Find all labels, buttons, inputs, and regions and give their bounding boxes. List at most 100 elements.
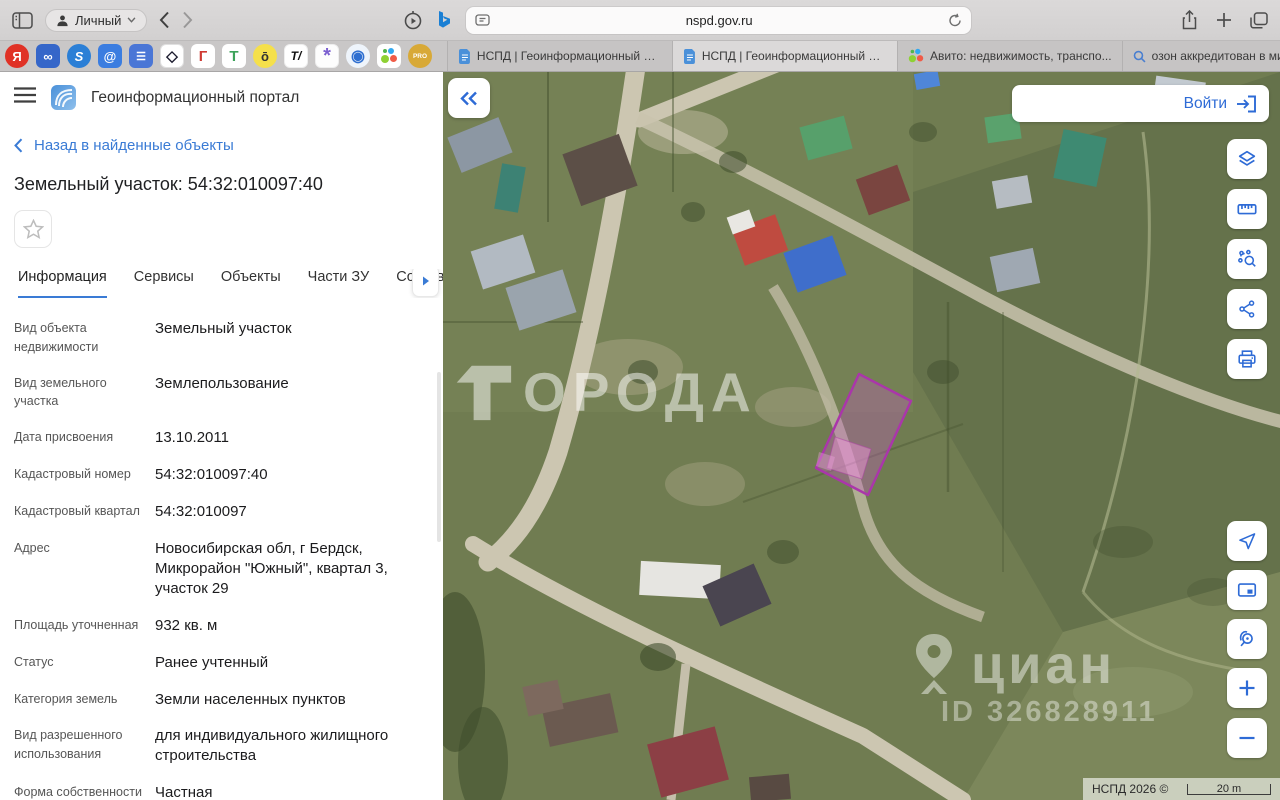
zoom-in-button[interactable] xyxy=(1227,668,1267,708)
extension-timer-icon[interactable] xyxy=(403,10,423,30)
browser-tab-search[interactable]: озон аккредитован в минцифра... xyxy=(1122,41,1280,71)
field-row: Кадастровый квартал54:32:010097 xyxy=(0,494,443,531)
chevron-right-icon xyxy=(422,276,430,286)
bookmark-docs-icon[interactable]: ☰ xyxy=(129,44,153,68)
share-map-button[interactable] xyxy=(1227,289,1267,329)
field-row: Дата присвоения13.10.2011 xyxy=(0,420,443,457)
browser-tab-nspd-1[interactable]: НСПД | Геоинформационный по... xyxy=(447,41,672,71)
search-place-button[interactable] xyxy=(1227,619,1267,659)
scale-bar: 20 m xyxy=(1187,784,1271,795)
tab-title: озон аккредитован в минцифра... xyxy=(1152,49,1280,63)
tab-information[interactable]: Информация xyxy=(18,269,107,298)
nspd-logo-icon xyxy=(51,85,76,110)
ruler-button[interactable] xyxy=(1227,189,1267,229)
field-label: Вид разрешенного использования xyxy=(14,726,155,766)
bookmark-swoosh-icon[interactable]: S xyxy=(67,44,91,68)
field-label: Категория земель xyxy=(14,690,155,710)
refresh-icon[interactable] xyxy=(948,13,962,28)
browser-tab-avito[interactable]: Авито: недвижимость, транспо... xyxy=(897,41,1122,71)
sidebar-toggle-icon[interactable] xyxy=(12,12,33,29)
print-button[interactable] xyxy=(1227,339,1267,379)
navigation-arrow-icon xyxy=(1237,531,1257,551)
favorite-button[interactable] xyxy=(14,210,52,248)
field-label: Дата присвоения xyxy=(14,428,155,448)
field-row: Вид разрешенного использованиядля индиви… xyxy=(0,718,443,775)
zoom-out-button[interactable] xyxy=(1227,718,1267,758)
field-label: Вид земельного участка xyxy=(14,374,155,412)
forward-button[interactable] xyxy=(182,11,193,29)
tab-services[interactable]: Сервисы xyxy=(134,269,194,298)
collapse-panel-button[interactable] xyxy=(448,78,490,118)
bookmark-avito-icon[interactable] xyxy=(377,44,401,68)
page-settings-icon[interactable] xyxy=(475,14,490,26)
bookmark-diamond-icon[interactable]: ◇ xyxy=(160,44,184,68)
map-attribution: НСПД 2026 © 20 m xyxy=(1083,778,1280,800)
field-value: 54:32:010097 xyxy=(155,502,429,522)
browser-tabs: НСПД | Геоинформационный по... НСПД | Ге… xyxy=(447,41,1280,71)
tabs-scroll-right-button[interactable] xyxy=(412,269,439,297)
app-title: Геоинформационный портал xyxy=(91,89,299,107)
field-row: Форма собственностиЧастная xyxy=(0,775,443,800)
field-row: Вид земельного участкаЗемлепользование xyxy=(0,366,443,421)
mini-map-icon xyxy=(1236,579,1258,601)
map-view[interactable]: ОРОДА циан ID 326828911 Войти xyxy=(443,72,1280,800)
field-label: Кадастровый квартал xyxy=(14,502,155,522)
browser-tab-nspd-2-active[interactable]: НСПД | Геоинформационный по... xyxy=(672,41,897,71)
bookmark-globe-icon[interactable]: ◉ xyxy=(346,44,370,68)
tab-overview-icon[interactable] xyxy=(1250,12,1268,29)
back-button[interactable] xyxy=(159,11,170,29)
login-button[interactable]: Войти xyxy=(1012,85,1269,122)
new-tab-icon[interactable] xyxy=(1216,12,1232,28)
share-icon[interactable] xyxy=(1181,10,1198,30)
back-to-results-link[interactable]: Назад в найденные объекты xyxy=(14,137,429,154)
satellite-map[interactable] xyxy=(443,72,1280,800)
bookmarks-bar: Я ∞ S @ ☰ ◇ Г T ō T/ * ◉ PRO xyxy=(0,41,447,71)
panel-scrollbar[interactable] xyxy=(437,372,441,542)
bookmark-yandex-icon[interactable]: Я xyxy=(5,44,29,68)
bookmark-mail-icon[interactable]: @ xyxy=(98,44,122,68)
bookmark-pro-icon[interactable]: PRO xyxy=(408,44,432,68)
bookmark-tbank-icon[interactable]: T/ xyxy=(284,44,308,68)
bookmark-t-green-icon[interactable]: T xyxy=(222,44,246,68)
object-search-icon xyxy=(1236,248,1258,270)
overview-map-button[interactable] xyxy=(1227,570,1267,610)
bookmark-infinity-icon[interactable]: ∞ xyxy=(36,44,60,68)
menu-hamburger-icon[interactable] xyxy=(14,87,36,108)
extension-bing-icon[interactable] xyxy=(437,11,452,30)
field-row: СтатусРанее учтенный xyxy=(0,645,443,682)
attribution-text: НСПД 2026 © xyxy=(1092,782,1168,796)
field-value: 932 кв. м xyxy=(155,616,429,636)
field-value: Земельный участок xyxy=(155,319,429,357)
layers-icon xyxy=(1236,148,1258,170)
ruler-icon xyxy=(1236,198,1258,220)
profile-label: Личный xyxy=(75,13,121,28)
scale-label: 20 m xyxy=(1217,784,1241,795)
profile-button[interactable]: Личный xyxy=(45,9,147,32)
field-value: Земли населенных пунктов xyxy=(155,690,429,710)
object-search-button[interactable] xyxy=(1227,239,1267,279)
field-row: АдресНовосибирская обл, г Бердск, Микрор… xyxy=(0,531,443,608)
bookmark-g-icon[interactable]: Г xyxy=(191,44,215,68)
tab-title: НСПД | Геоинформационный по... xyxy=(702,49,887,63)
bookmark-ozon-icon[interactable]: ō xyxy=(253,44,277,68)
url-text: nspd.gov.ru xyxy=(490,13,948,28)
layers-button[interactable] xyxy=(1227,139,1267,179)
field-row: Кадастровый номер54:32:010097:40 xyxy=(0,457,443,494)
field-value: Ранее учтенный xyxy=(155,653,429,673)
login-label: Войти xyxy=(1184,95,1227,113)
page-title: Земельный участок: 54:32:010097:40 xyxy=(14,174,429,195)
field-value: Новосибирская обл, г Бердск, Микрорайон … xyxy=(155,539,429,599)
field-label: Форма собственности xyxy=(14,783,155,800)
tab-parcel-parts[interactable]: Части ЗУ xyxy=(308,269,370,298)
address-bar[interactable]: nspd.gov.ru xyxy=(466,7,971,34)
back-link-label: Назад в найденные объекты xyxy=(34,137,234,154)
share-nodes-icon xyxy=(1237,299,1257,319)
bookmark-star-icon[interactable]: * xyxy=(315,44,339,68)
locate-button[interactable] xyxy=(1227,521,1267,561)
field-row: Площадь уточненная932 кв. м xyxy=(0,608,443,645)
chevron-left-icon xyxy=(14,138,23,153)
star-icon xyxy=(23,219,44,239)
field-value: Землепользование xyxy=(155,374,429,412)
tab-objects[interactable]: Объекты xyxy=(221,269,281,298)
field-label: Адрес xyxy=(14,539,155,599)
